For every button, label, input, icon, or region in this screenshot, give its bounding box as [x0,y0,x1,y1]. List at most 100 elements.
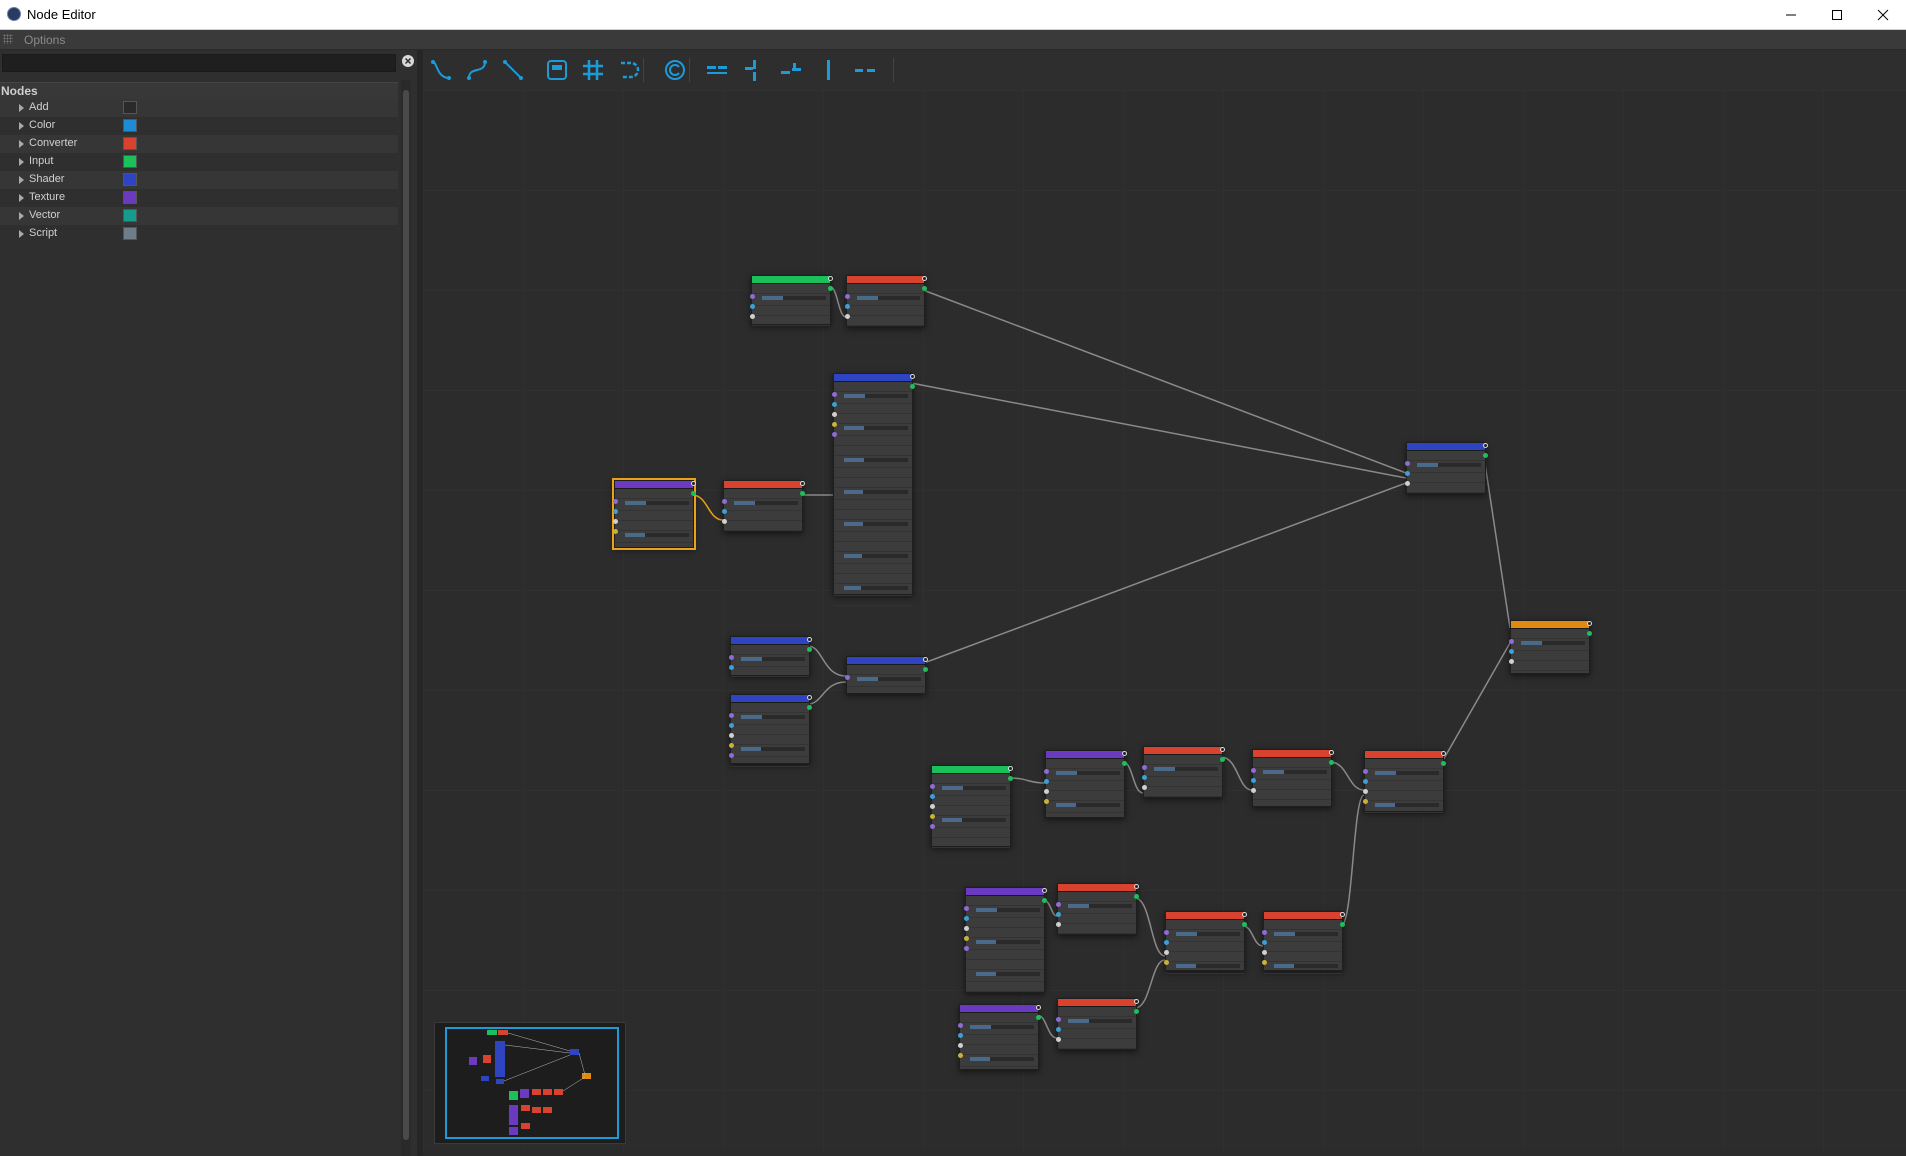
node-port-row[interactable] [834,382,912,392]
node-input-port[interactable] [613,509,618,514]
panel-scrollbar[interactable] [401,80,411,1156]
node-input-port[interactable] [832,402,837,407]
distribute-button[interactable] [851,56,879,84]
node-noise-texture-3[interactable] [958,1004,1041,1070]
node-port-row[interactable] [834,414,912,424]
node-port-row[interactable] [1166,932,1244,942]
node-port-row[interactable] [960,1057,1038,1067]
node-reflection-shader[interactable] [729,636,812,677]
node-port-row[interactable] [731,715,809,725]
search-input[interactable] [2,54,396,72]
node-input-port[interactable] [1056,1017,1061,1022]
node-output-port[interactable] [1483,453,1488,458]
node-input-port[interactable] [1044,779,1049,784]
node-port-row[interactable] [834,532,912,542]
node-preview-toggle-icon[interactable] [922,276,927,281]
node-input-port[interactable] [845,294,850,299]
node-port-row[interactable] [847,284,924,294]
node-input-port[interactable] [729,655,734,660]
node-port-row[interactable] [932,838,1010,848]
node-input-port[interactable] [930,784,935,789]
node-input-port[interactable] [1056,922,1061,927]
node-port-row[interactable] [834,394,912,404]
node-port-row[interactable] [1166,964,1244,974]
refresh-button[interactable] [661,56,689,84]
node-header[interactable] [1144,747,1225,755]
node-port-row[interactable] [752,316,830,326]
expand-arrow-icon[interactable] [19,140,24,148]
node-input-port[interactable] [722,499,727,504]
node-input-port[interactable] [964,936,969,941]
node-value-slider[interactable] [844,458,908,462]
node-port-row[interactable] [966,896,1044,906]
node-value-slider[interactable] [844,586,908,590]
maximize-button[interactable] [1814,0,1860,29]
node-port-row[interactable] [1264,932,1342,942]
node-input-port[interactable] [1056,902,1061,907]
node-voronoi-texture[interactable] [964,887,1047,993]
node-category-add[interactable]: Add [0,99,398,117]
node-value-slider[interactable] [1521,641,1585,645]
node-port-row[interactable] [1253,758,1331,768]
node-port-row[interactable] [724,501,802,511]
node-value-slider[interactable] [942,818,1006,822]
node-port-row[interactable] [1365,791,1443,801]
node-category-vector[interactable]: Vector [0,207,398,225]
node-header[interactable] [1511,621,1592,629]
node-port-row[interactable] [731,735,809,745]
node-port-row[interactable] [966,908,1044,918]
node-canvas[interactable] [423,90,1906,1156]
node-ramp-3[interactable] [1142,746,1225,798]
node-preview-toggle-icon[interactable] [1329,750,1334,755]
node-math-multiply-3[interactable] [1262,911,1345,974]
node-port-row[interactable] [615,511,693,521]
node-input-port[interactable] [958,1033,963,1038]
node-input-port[interactable] [1405,481,1410,486]
node-port-row[interactable] [1365,759,1443,769]
node-header[interactable] [960,1005,1041,1013]
node-input-port[interactable] [1262,960,1267,965]
node-math-multiply-1[interactable] [1251,749,1334,807]
node-port-row[interactable] [1058,892,1136,902]
node-fresnel-input[interactable] [750,275,833,326]
minimize-button[interactable] [1768,0,1814,29]
node-input-port[interactable] [964,916,969,921]
node-output-port[interactable] [1122,761,1127,766]
node-preview-toggle-icon[interactable] [691,481,696,486]
node-input-port[interactable] [1509,649,1514,654]
align-top-button[interactable] [703,56,731,84]
node-input-port[interactable] [964,906,969,911]
node-input-port[interactable] [729,723,734,728]
node-preview-toggle-icon[interactable] [1042,888,1047,893]
node-input-port[interactable] [722,509,727,514]
node-value-slider[interactable] [1056,803,1120,807]
node-value-slider[interactable] [625,533,689,537]
node-output-port[interactable] [1242,922,1247,927]
node-input-port[interactable] [1044,799,1049,804]
node-port-row[interactable] [960,1013,1038,1023]
node-input-port[interactable] [832,392,837,397]
node-output[interactable] [1509,620,1592,674]
node-preview-toggle-icon[interactable] [1008,766,1013,771]
node-input-port[interactable] [729,713,734,718]
node-port-row[interactable] [1058,1039,1136,1049]
node-input-port[interactable] [1056,1027,1061,1032]
frame-button[interactable] [543,56,571,84]
node-output-port[interactable] [910,384,915,389]
node-input-port[interactable] [1164,940,1169,945]
node-port-row[interactable] [615,521,693,531]
node-port-row[interactable] [1511,629,1589,639]
node-port-row[interactable] [834,596,912,606]
node-port-row[interactable] [1264,942,1342,952]
node-header[interactable] [752,276,833,284]
node-input-port[interactable] [1164,950,1169,955]
node-value-slider[interactable] [844,394,908,398]
node-header[interactable] [847,657,928,665]
node-port-row[interactable] [724,489,802,499]
node-input-port[interactable] [1142,765,1147,770]
node-port-row[interactable] [1144,755,1222,765]
node-input-port[interactable] [1044,769,1049,774]
grid-button[interactable] [579,56,607,84]
node-port-row[interactable] [834,478,912,488]
node-port-row[interactable] [1058,1029,1136,1039]
